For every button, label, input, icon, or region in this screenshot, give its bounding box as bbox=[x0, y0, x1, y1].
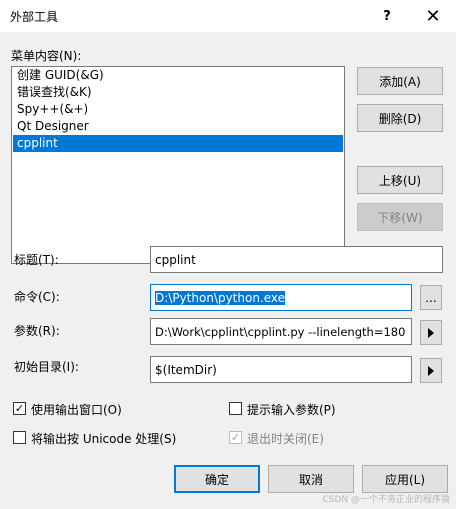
help-button[interactable]: ? bbox=[364, 0, 410, 32]
command-browse-button[interactable]: ... bbox=[420, 285, 442, 310]
initial-dir-input[interactable]: $(ItemDir) bbox=[150, 356, 412, 383]
title-input[interactable]: cpplint bbox=[150, 246, 443, 273]
arguments-input[interactable]: D:\Work\cpplint\cpplint.py --linelength=… bbox=[150, 318, 412, 345]
title-field-label: 标题(T): bbox=[14, 253, 59, 267]
list-item-spy[interactable]: Spy++(&+) bbox=[13, 101, 343, 118]
command-input[interactable]: D:\Python\python.exe bbox=[150, 284, 412, 311]
window-title: 外部工具 bbox=[10, 10, 59, 24]
use-output-window-label[interactable]: 使用输出窗口(O) bbox=[31, 401, 122, 418]
delete-button[interactable]: 删除(D) bbox=[357, 104, 443, 132]
dialog-client-area: 菜单内容(N): 创建 GUID(&G) 错误查找(&K) Spy++(&+) … bbox=[0, 32, 456, 509]
prompt-args-label[interactable]: 提示输入参数(P) bbox=[247, 401, 336, 418]
list-item-cpplint[interactable]: cpplint bbox=[13, 135, 343, 152]
command-field-label: 命令(C): bbox=[14, 290, 60, 304]
ok-button[interactable]: 确定 bbox=[174, 465, 260, 493]
unicode-output-checkbox[interactable] bbox=[13, 431, 26, 444]
arguments-field-label: 参数(R): bbox=[14, 324, 60, 338]
move-up-button[interactable]: 上移(U) bbox=[357, 166, 443, 194]
initial-dir-field-label: 初始目录(I): bbox=[14, 360, 79, 374]
watermark: CSDN @一个不务正业的程序猿 bbox=[322, 495, 450, 505]
menu-contents-label: 菜单内容(N): bbox=[11, 49, 82, 63]
right-arrow-icon bbox=[428, 365, 434, 376]
menu-contents-listbox[interactable]: 创建 GUID(&G) 错误查找(&K) Spy++(&+) Qt Design… bbox=[11, 66, 345, 264]
cancel-button[interactable]: 取消 bbox=[268, 465, 354, 493]
command-input-selected-text: D:\Python\python.exe bbox=[155, 290, 286, 305]
list-item-error-lookup[interactable]: 错误查找(&K) bbox=[13, 84, 343, 101]
list-item-qt-designer[interactable]: Qt Designer bbox=[13, 118, 343, 135]
list-item-create-guid[interactable]: 创建 GUID(&G) bbox=[13, 67, 343, 84]
close-button[interactable]: ✕ bbox=[410, 0, 456, 32]
use-output-window-checkbox[interactable]: ✓ bbox=[13, 402, 26, 415]
prompt-args-checkbox[interactable] bbox=[229, 402, 242, 415]
arguments-menu-button[interactable] bbox=[420, 320, 442, 345]
apply-button[interactable]: 应用(L) bbox=[362, 465, 448, 493]
close-on-exit-checkbox[interactable]: ✓ bbox=[229, 431, 242, 444]
right-arrow-icon bbox=[428, 327, 434, 338]
checkmark-icon: ✓ bbox=[230, 431, 241, 444]
move-down-button[interactable]: 下移(W) bbox=[357, 203, 443, 231]
close-on-exit-label[interactable]: 退出时关闭(E) bbox=[247, 430, 324, 447]
initial-dir-menu-button[interactable] bbox=[420, 358, 442, 383]
unicode-output-label[interactable]: 将输出按 Unicode 处理(S) bbox=[31, 430, 176, 447]
add-button[interactable]: 添加(A) bbox=[357, 67, 443, 95]
title-bar: 外部工具 ? ✕ bbox=[0, 0, 456, 32]
checkmark-icon: ✓ bbox=[14, 402, 25, 415]
